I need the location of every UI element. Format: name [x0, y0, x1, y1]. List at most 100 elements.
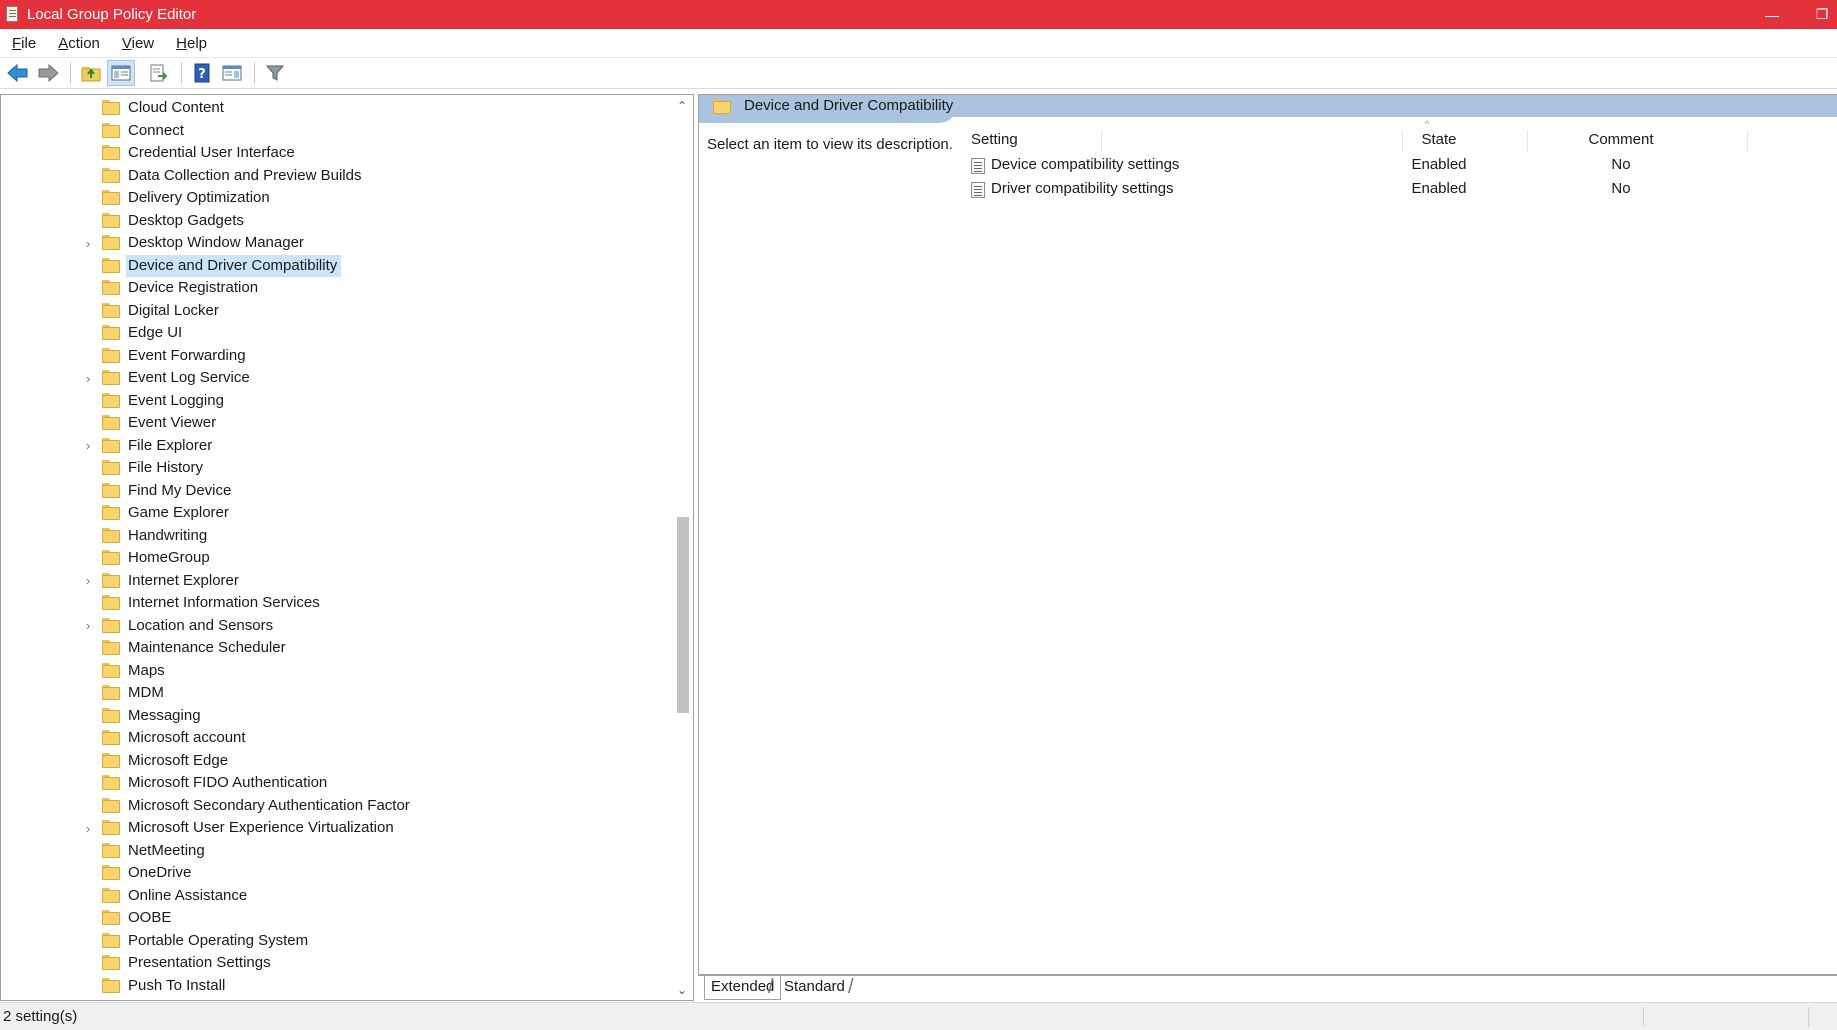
tree-item[interactable]: Edge UI	[1, 322, 671, 345]
folder-icon	[713, 99, 731, 114]
folder-icon	[102, 775, 120, 790]
tree-item[interactable]: Connect	[1, 120, 671, 143]
tree-item-label: Event Viewer	[128, 414, 217, 432]
tree-item[interactable]: HomeGroup	[1, 547, 671, 570]
folder-icon	[102, 887, 120, 903]
tree-item[interactable]: Online Assistance	[1, 885, 671, 908]
tree-item[interactable]: Find My Device	[1, 480, 671, 503]
tree-item[interactable]: OOBE	[1, 907, 671, 930]
policy-setting-icon	[971, 158, 985, 174]
tree-item[interactable]: Microsoft FIDO Authentication	[1, 772, 671, 795]
tab-standard[interactable]: Standard	[778, 976, 851, 1000]
restore-button[interactable]: ❐	[1807, 0, 1837, 29]
tree-item[interactable]: Cloud Content	[1, 97, 671, 120]
tree-item[interactable]: Microsoft Edge	[1, 750, 671, 773]
tree-item[interactable]: Game Explorer	[1, 502, 671, 525]
details-header-title: Device and Driver Compatibility	[744, 97, 954, 114]
minimize-button[interactable]: —	[1752, 0, 1792, 29]
folder-icon	[102, 370, 120, 385]
tree-item[interactable]: Push To Install	[1, 975, 671, 998]
menu-help[interactable]: Help	[164, 35, 217, 52]
menu-file[interactable]: File	[0, 35, 46, 52]
export-list-button[interactable]	[145, 60, 173, 86]
tree-item[interactable]: Data Collection and Preview Builds	[1, 165, 671, 188]
toolbar-separator	[70, 62, 71, 84]
tree-item[interactable]: Messaging	[1, 705, 671, 728]
folder-icon	[102, 347, 120, 363]
filter-options-button[interactable]	[261, 60, 289, 86]
chevron-right-icon[interactable]: ›	[81, 618, 95, 633]
tree-item[interactable]: Portable Operating System	[1, 930, 671, 953]
tree-item[interactable]: Internet Information Services	[1, 592, 671, 615]
chevron-right-icon[interactable]: ›	[81, 821, 95, 836]
folder-icon	[102, 460, 120, 475]
folder-icon	[102, 122, 120, 138]
tree-item-label: Messaging	[128, 706, 201, 724]
tree-item[interactable]: File History	[1, 457, 671, 480]
console-tree-pane: Cloud Content Connect Credential User Inte…	[0, 94, 694, 1001]
menu-bar: File Action View Help	[0, 29, 1837, 57]
tree-item[interactable]: Microsoft Secondary Authentication Facto…	[1, 795, 671, 818]
tree-item[interactable]: Handwriting	[1, 525, 671, 548]
tree-item[interactable]: NetMeeting	[1, 840, 671, 863]
show-hide-console-tree-button[interactable]	[107, 60, 135, 86]
scroll-down-arrow-icon[interactable]: ⌄	[671, 981, 693, 999]
help-button[interactable]: ?	[188, 60, 216, 86]
tree-item[interactable]: OneDrive	[1, 862, 671, 885]
tree-item[interactable]: Delivery Optimization	[1, 187, 671, 210]
chevron-right-icon[interactable]: ›	[81, 573, 95, 588]
setting-row[interactable]: Device compatibility settings Enabled No	[969, 153, 1837, 177]
tree-item[interactable]: Event Viewer	[1, 412, 671, 435]
show-hide-tree-icon	[111, 65, 131, 81]
chevron-right-icon[interactable]: ›	[81, 438, 95, 453]
tree-item[interactable]: Device and Driver Compatibility	[1, 254, 671, 278]
tree-item-label: Delivery Optimization	[128, 189, 270, 207]
folder-icon	[102, 527, 120, 543]
setting-name: Driver compatibility settings	[991, 180, 1174, 197]
tree-item[interactable]: Event Forwarding	[1, 345, 671, 368]
up-one-level-button[interactable]	[77, 60, 105, 86]
tree-item[interactable]: › Event Log Service	[1, 367, 671, 390]
tree-item[interactable]: Presentation Settings	[1, 952, 671, 975]
tree-item[interactable]: › Location and Sensors	[1, 615, 671, 638]
folder-icon	[102, 280, 120, 295]
tree-item[interactable]: › Microsoft User Experience Virtualizatio…	[1, 817, 671, 840]
tree-item[interactable]: › Internet Explorer	[1, 570, 671, 593]
setting-row[interactable]: Driver compatibility settings Enabled No	[969, 177, 1837, 201]
tree-item[interactable]: Desktop Gadgets	[1, 210, 671, 233]
tree-item-label: Maintenance Scheduler	[128, 639, 286, 657]
menu-view[interactable]: View	[110, 35, 164, 52]
tree-item[interactable]: Maintenance Scheduler	[1, 637, 671, 660]
folder-icon	[102, 235, 120, 250]
tree-item-label: Microsoft Edge	[128, 751, 229, 769]
tree-item[interactable]: MDM	[1, 682, 671, 705]
tree-item-label: Digital Locker	[128, 301, 219, 319]
tree-item-label: Maps	[128, 661, 165, 679]
tree-item[interactable]: › File Explorer	[1, 435, 671, 458]
tree-item[interactable]: › Desktop Window Manager	[1, 232, 671, 255]
tree-item[interactable]: Device Registration	[1, 277, 671, 300]
settings-list-header: Setting ^ State Comment	[969, 119, 1837, 153]
column-header-comment[interactable]: Comment	[1535, 127, 1707, 153]
tree-item[interactable]: Digital Locker	[1, 300, 671, 323]
tree-item-label: Internet Information Services	[128, 594, 320, 612]
tree-item[interactable]: Credential User Interface	[1, 142, 671, 165]
tree-vertical-scrollbar[interactable]: ⌃ ⌄	[671, 95, 693, 1000]
tree-item-label: Cloud Content	[128, 99, 224, 117]
status-text: 2 setting(s)	[3, 1008, 78, 1025]
column-header-setting[interactable]: Setting	[971, 127, 1018, 153]
chevron-right-icon[interactable]: ›	[81, 236, 95, 251]
tree-item[interactable]: Event Logging	[1, 390, 671, 413]
scroll-up-arrow-icon[interactable]: ⌃	[671, 97, 693, 115]
tree-item[interactable]: Maps	[1, 660, 671, 683]
show-hide-action-pane-button[interactable]	[218, 60, 246, 86]
back-button[interactable]	[4, 60, 32, 86]
folder-icon	[102, 797, 120, 813]
scrollbar-thumb[interactable]	[677, 517, 689, 713]
forward-button[interactable]	[34, 60, 62, 86]
chevron-right-icon[interactable]: ›	[81, 371, 95, 386]
folder-icon	[102, 685, 120, 700]
menu-action[interactable]: Action	[46, 35, 110, 52]
column-header-state[interactable]: State	[1411, 127, 1467, 153]
tree-item[interactable]: Microsoft account	[1, 727, 671, 750]
